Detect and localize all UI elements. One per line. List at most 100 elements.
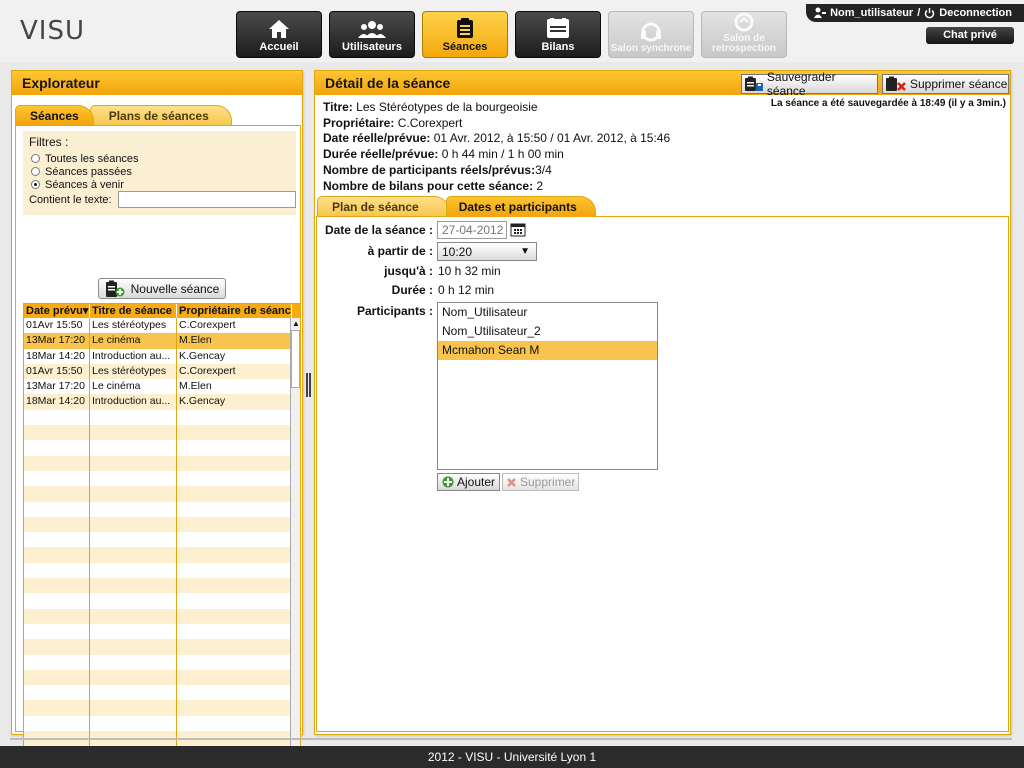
nav-salon-retrospection-button[interactable]: Salon de retrospection	[701, 11, 787, 58]
table-row[interactable]	[24, 623, 300, 640]
table-row[interactable]	[24, 654, 300, 670]
delete-seance-button[interactable]: Supprimer séance	[882, 74, 1009, 94]
table-cell	[177, 700, 292, 716]
tab-plan-de-seance[interactable]: Plan de séance	[317, 196, 450, 217]
radio-button[interactable]	[31, 180, 40, 189]
date-label: Date de la séance :	[324, 223, 433, 237]
grid-scrollbar-thumb[interactable]	[291, 330, 300, 388]
table-row[interactable]	[24, 562, 300, 579]
table-cell	[24, 547, 90, 563]
table-row[interactable]	[24, 669, 300, 686]
logout-link[interactable]: Deconnection	[939, 7, 1012, 19]
column-header-proprietaire[interactable]: Propriétaire de séance	[177, 304, 292, 318]
table-row[interactable]	[24, 455, 300, 471]
save-seance-button[interactable]: Sauvegrader séance	[741, 70, 878, 98]
table-row[interactable]: 18Mar 14:20 Introduction au... K.Gencay	[24, 394, 300, 410]
table-row[interactable]: 01Avr 15:50 Les stéréotypes C.Corexpert	[24, 318, 300, 334]
calendar-icon[interactable]	[510, 222, 526, 237]
private-chat-button[interactable]: Chat privé	[926, 27, 1014, 44]
nav-utilisateurs-button[interactable]: Utilisateurs	[329, 11, 415, 58]
table-row[interactable]: 01Avr 15:50 Les stéréotypes C.Corexpert	[24, 363, 300, 380]
bottom-divider	[10, 738, 1012, 740]
nav-seances-button[interactable]: Séances	[422, 11, 508, 58]
participant-item[interactable]: Nom_Utilisateur	[438, 303, 657, 322]
duration-value: 0 h 12 min	[438, 283, 495, 297]
table-row[interactable]	[24, 440, 300, 456]
retrospection-icon	[734, 12, 754, 32]
panel-splitter[interactable]	[306, 373, 311, 397]
grid-rows: 01Avr 15:50 Les stéréotypes C.Corexpert 13M…	[24, 318, 300, 768]
table-row[interactable]	[24, 578, 300, 594]
table-cell	[177, 608, 292, 624]
table-row[interactable]	[24, 532, 300, 548]
table-row[interactable]	[24, 547, 300, 563]
nav-accueil-button[interactable]: Accueil	[236, 11, 322, 58]
filter-all-radio[interactable]: Toutes les séances	[31, 152, 290, 165]
table-row[interactable]	[24, 470, 300, 487]
tab-dates-participants[interactable]: Dates et participants	[445, 196, 596, 217]
table-cell	[90, 639, 177, 655]
column-header-titre[interactable]: Titre de séance	[90, 304, 177, 318]
date-input[interactable]: 27-04-2012	[437, 221, 507, 239]
table-cell	[90, 715, 177, 732]
table-cell: Introduction au...	[90, 348, 177, 364]
filter-past-radio[interactable]: Séances passées	[31, 165, 290, 178]
radio-button[interactable]	[31, 154, 40, 163]
table-row[interactable]	[24, 516, 300, 533]
participant-item[interactable]: Mcmahon Sean M	[438, 341, 657, 360]
table-row[interactable]: 13Mar 17:20 Le cinéma M.Elen	[24, 333, 300, 349]
table-row[interactable]	[24, 685, 300, 701]
table-row[interactable]	[24, 409, 300, 426]
nav-salon-synchrone-button[interactable]: Salon synchrone	[608, 11, 694, 58]
table-row[interactable]	[24, 593, 300, 609]
participant-item[interactable]: Nom_Utilisateur_2	[438, 322, 657, 341]
scroll-up-icon[interactable]: ▲	[292, 319, 300, 328]
info-value: Les Stéréotypes de la bourgeoisie	[356, 100, 538, 114]
table-row[interactable]	[24, 700, 300, 716]
username-link[interactable]: Nom_utilisateur	[830, 7, 913, 19]
new-seance-button[interactable]: Nouvelle séance	[98, 278, 226, 299]
table-cell: K.Gencay	[177, 348, 292, 364]
table-cell	[90, 654, 177, 670]
tab-plans-de-seances[interactable]: Plans de séances	[89, 105, 232, 126]
home-icon	[269, 20, 289, 38]
table-cell	[177, 639, 292, 655]
start-time-select[interactable]: 10:20 ▼	[437, 242, 537, 261]
radio-label: Séances à venir	[45, 178, 124, 191]
radio-button[interactable]	[31, 167, 40, 176]
table-cell	[24, 532, 90, 548]
table-cell	[24, 516, 90, 533]
nav-label: Séances	[442, 41, 488, 53]
radio-label: Toutes les séances	[45, 152, 139, 165]
start-label: à partir de :	[367, 244, 433, 258]
table-row[interactable]	[24, 639, 300, 655]
nav-label: Utilisateurs	[342, 41, 402, 53]
table-row[interactable]	[24, 425, 300, 441]
table-cell: 13Mar 17:20	[24, 379, 90, 395]
participants-list[interactable]: Nom_Utilisateur Nom_Utilisateur_2 Mcmaho…	[437, 302, 658, 470]
filter-upcoming-radio[interactable]: Séances à venir	[31, 178, 290, 191]
tab-seances[interactable]: Séances	[15, 105, 94, 126]
detail-tab-body: Date de la séance : 27-04-2012 à partir …	[316, 216, 1009, 732]
save-clipboard-icon	[744, 76, 763, 91]
table-cell: Le cinéma	[90, 333, 177, 349]
add-participant-button[interactable]: Ajouter	[437, 473, 500, 491]
table-row[interactable]	[24, 608, 300, 624]
table-row[interactable]: 13Mar 17:20 Le cinéma M.Elen	[24, 379, 300, 395]
grid-header: Date prévu▾ Titre de séance Propriétaire…	[24, 304, 300, 318]
table-cell: 13Mar 17:20	[24, 333, 90, 349]
nav-bilans-button[interactable]: Bilans	[515, 11, 601, 58]
grid-scrollbar[interactable]: ▲ ▼	[290, 318, 300, 768]
text-filter-input[interactable]	[118, 191, 296, 208]
table-cell	[177, 654, 292, 670]
table-row[interactable]	[24, 486, 300, 502]
explorer-panel: Explorateur Séances Plans de séances Fil…	[11, 70, 303, 768]
explorer-title: Explorateur	[12, 71, 302, 95]
user-bar: Nom_utilisateur / Deconnection	[806, 4, 1024, 22]
table-row[interactable]	[24, 501, 300, 517]
table-row[interactable]: 18Mar 14:20 Introduction au... K.Gencay	[24, 348, 300, 364]
info-label: Nombre de bilans pour cette séance:	[323, 178, 534, 193]
table-cell	[177, 470, 292, 487]
table-row[interactable]	[24, 715, 300, 732]
column-header-date[interactable]: Date prévu▾	[24, 304, 90, 318]
